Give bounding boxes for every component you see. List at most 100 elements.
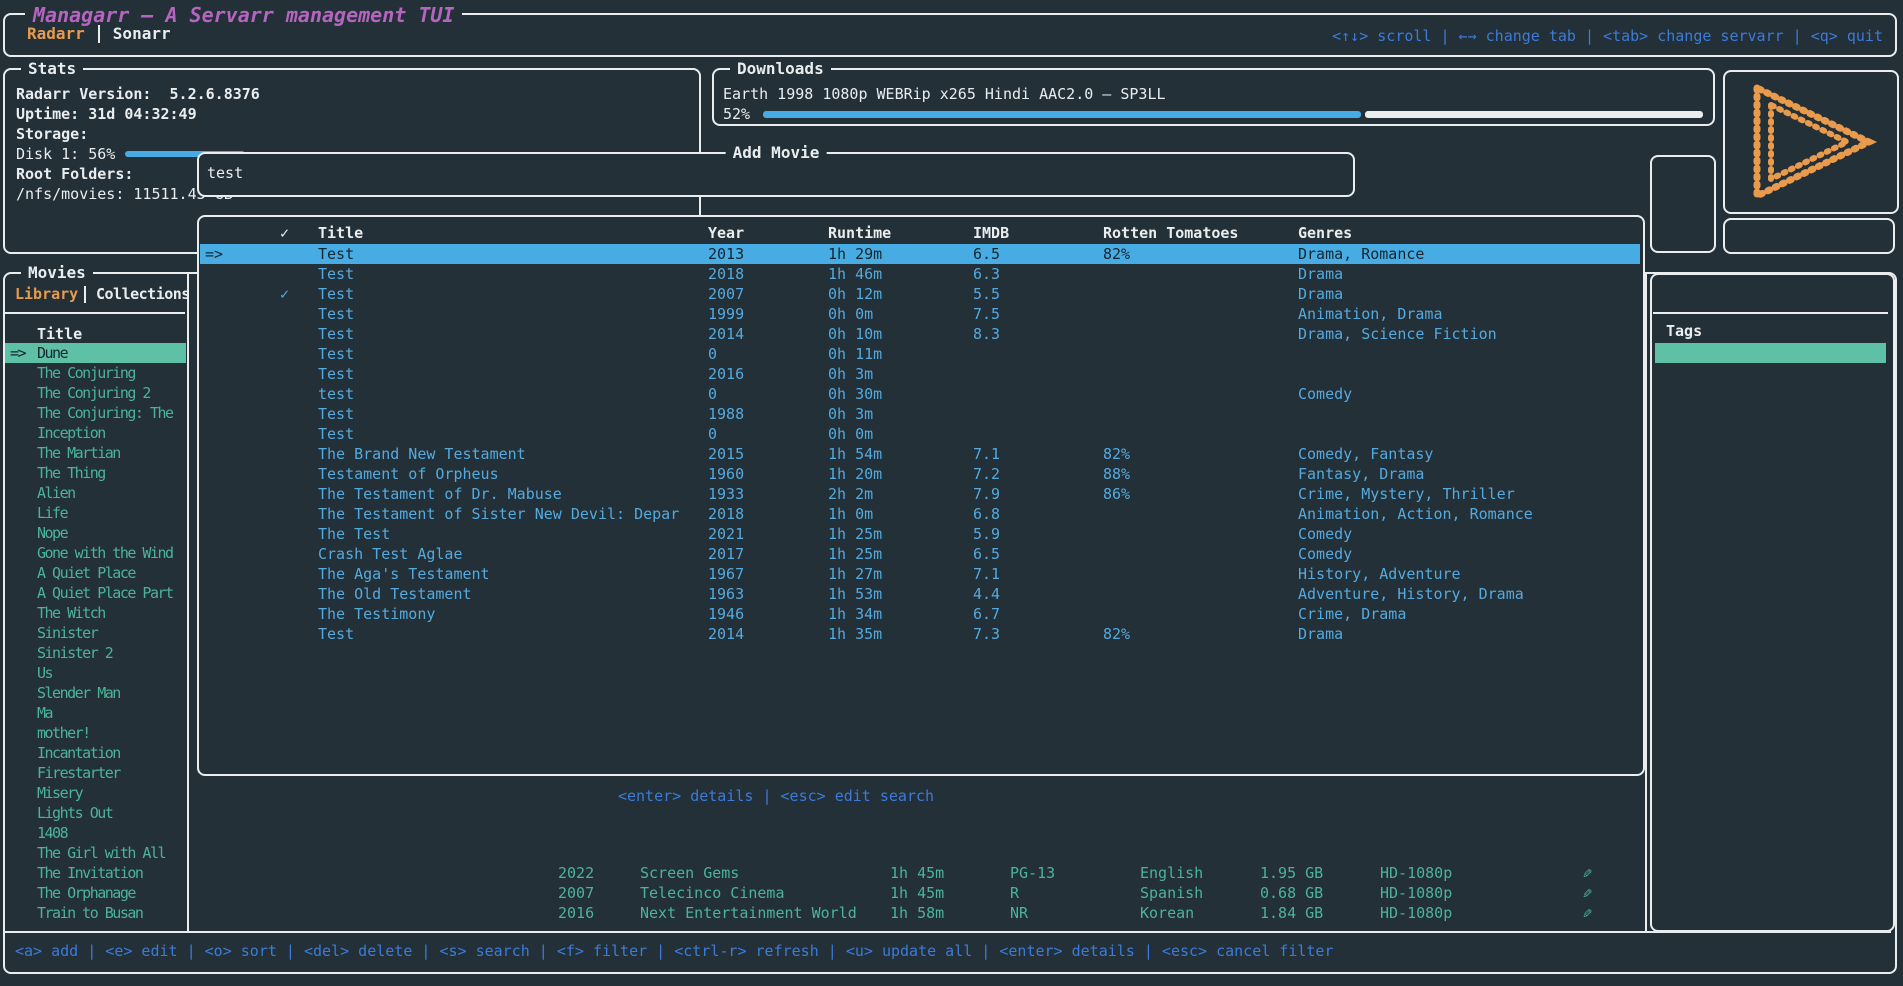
cell-genres: Comedy <box>1298 524 1352 544</box>
cell-year: 2015 <box>708 444 744 464</box>
result-row[interactable]: Test00h 0m <box>200 424 1640 444</box>
cell-title: Test <box>318 304 354 324</box>
cell-title: test <box>318 384 354 404</box>
cell-title: The Testament of Sister New Devil: Depar <box>318 504 679 524</box>
cell-genres: Adventure, History, Drama <box>1298 584 1524 604</box>
cell-rt: 86% <box>1103 484 1130 504</box>
cell-title: Test <box>318 264 354 284</box>
cell-runtime: 1h 29m <box>828 244 882 264</box>
cell-imdb: 7.5 <box>973 304 1000 324</box>
add-movie-search-box[interactable]: Add Movie test <box>197 152 1355 197</box>
cell-year: 2018 <box>708 264 744 284</box>
cell-title: Test <box>318 364 354 384</box>
results-table-body: =>Test20131h 29m6.582%Drama, RomanceTest… <box>199 217 1643 774</box>
result-row[interactable]: The Testimony19461h 34m6.7Crime, Drama <box>200 604 1640 624</box>
result-row[interactable]: Test 0 0h 11m <box>200 344 1640 364</box>
result-row[interactable]: Test20181h 46m6.3Drama <box>200 264 1640 284</box>
selected-tag-row[interactable] <box>1655 343 1886 363</box>
cell-imdb: 5.5 <box>973 284 1000 304</box>
cell-genres: Animation, Drama <box>1298 304 1443 324</box>
cell-genres: Animation, Action, Romance <box>1298 504 1533 524</box>
cell-year: 1988 <box>708 404 744 424</box>
cell-imdb: 6.8 <box>973 504 1000 524</box>
result-row[interactable]: Crash Test Aglae20171h 25m6.5Comedy <box>200 544 1640 564</box>
cell-imdb: 8.3 <box>973 324 1000 344</box>
cell-year: 1960 <box>708 464 744 484</box>
cell-genres: Drama, Science Fiction <box>1298 324 1497 344</box>
cell-runtime: 1h 58m <box>890 903 944 923</box>
cell-title: The Testament of Dr. Mabuse <box>318 484 562 504</box>
cell-imdb: 6.7 <box>973 604 1000 624</box>
cell-runtime: 0h 0m <box>828 424 873 444</box>
result-row[interactable]: Testament of Orpheus19601h 20m7.288%Fant… <box>200 464 1640 484</box>
cell-year: 2007 <box>708 284 744 304</box>
cell-runtime: 0h 10m <box>828 324 882 344</box>
result-row[interactable]: Test20160h 3m <box>200 364 1640 384</box>
result-row[interactable]: The Old Testament19631h 53m4.4Adventure,… <box>200 584 1640 604</box>
cell-genres: Comedy <box>1298 384 1352 404</box>
add-movie-results-table: ✓TitleYearRuntimeIMDBRotten TomatoesGenr… <box>197 215 1645 776</box>
cell-size: 1.95 GB <box>1260 863 1323 883</box>
result-row[interactable]: The Testament of Sister New Devil: Depar… <box>200 504 1640 524</box>
result-row[interactable]: Test19880h 3m <box>200 404 1640 424</box>
result-row[interactable]: Test20141h 35m7.382%Drama <box>200 624 1640 644</box>
cell-runtime: 0h 3m <box>828 364 873 384</box>
cell-runtime: 1h 25m <box>828 524 882 544</box>
result-row[interactable]: The Brand New Testament20151h 54m7.182%C… <box>200 444 1640 464</box>
cell-title: The Aga's Testament <box>318 564 490 584</box>
cell-quality: HD-1080p <box>1380 883 1452 903</box>
cell-runtime: 0h 30m <box>828 384 882 404</box>
result-row[interactable]: The Test20211h 25m5.9Comedy <box>200 524 1640 544</box>
cell-quality: HD-1080p <box>1380 863 1452 883</box>
edit-pencil-icon: ✎ <box>1583 883 1592 903</box>
cell-language: Korean <box>1140 903 1194 923</box>
result-row[interactable]: ✓Test20070h 12m5.5Drama <box>200 284 1640 304</box>
library-row[interactable]: 2016Next Entertainment World1h 58mNRKore… <box>197 903 1645 923</box>
library-row[interactable]: 2022Screen Gems1h 45mPG-13English1.95 GB… <box>197 863 1645 883</box>
cell-imdb: 6.5 <box>973 244 1000 264</box>
modal-keybinds: <enter> details | <esc> edit search <box>197 786 1355 806</box>
cell-runtime: 0h 3m <box>828 404 873 424</box>
cell-runtime: 1h 45m <box>890 863 944 883</box>
cell-genres: History, Adventure <box>1298 564 1461 584</box>
cell-imdb: 7.3 <box>973 624 1000 644</box>
cell-runtime: 0h 11m <box>828 344 882 364</box>
result-row[interactable]: Test20140h 10m8.3Drama, Science Fiction <box>200 324 1640 344</box>
cell-imdb: 6.3 <box>973 264 1000 284</box>
result-row[interactable]: test 0 0h 30m Comedy <box>200 384 1640 404</box>
cell-size: 1.84 GB <box>1260 903 1323 923</box>
result-row[interactable]: =>Test20131h 29m6.582%Drama, Romance <box>200 244 1640 264</box>
result-row[interactable]: Test19990h 0m7.5Animation, Drama <box>200 304 1640 324</box>
cell-year: 1967 <box>708 564 744 584</box>
library-row[interactable]: 2007Telecinco Cinema1h 45mRSpanish0.68 G… <box>197 883 1645 903</box>
cell-rt: 88% <box>1103 464 1130 484</box>
cell-runtime: 1h 53m <box>828 584 882 604</box>
cell-title: Test <box>318 284 354 304</box>
cell-year: 0 <box>708 344 717 364</box>
cell-imdb: 4.4 <box>973 584 1000 604</box>
cell-runtime: 1h 27m <box>828 564 882 584</box>
cell-year: 2021 <box>708 524 744 544</box>
cell-year: 2014 <box>708 624 744 644</box>
add-movie-title: Add Movie <box>726 142 827 164</box>
add-movie-search-input[interactable]: test <box>207 163 243 183</box>
cell-size: 0.68 GB <box>1260 883 1323 903</box>
cell-genres: Drama, Romance <box>1298 244 1424 264</box>
cell-runtime: 1h 25m <box>828 544 882 564</box>
cell-year: 0 <box>708 384 717 404</box>
cell-genres: Crime, Drama <box>1298 604 1406 624</box>
result-row[interactable]: The Aga's Testament19671h 27m7.1History,… <box>200 564 1640 584</box>
cell-imdb: 5.9 <box>973 524 1000 544</box>
cell-year: 1963 <box>708 584 744 604</box>
cell-title: Test <box>318 244 354 264</box>
cell-runtime: 1h 45m <box>890 883 944 903</box>
cell-runtime: 0h 0m <box>828 304 873 324</box>
cell-studio: Telecinco Cinema <box>640 883 785 903</box>
cell-genres: Comedy <box>1298 544 1352 564</box>
cell-imdb: 7.1 <box>973 444 1000 464</box>
cell-title: Test <box>318 344 354 364</box>
result-row[interactable]: The Testament of Dr. Mabuse19332h 2m7.98… <box>200 484 1640 504</box>
cell-title: Test <box>318 324 354 344</box>
cell-imdb: 7.9 <box>973 484 1000 504</box>
checkmark-icon: ✓ <box>280 284 289 304</box>
